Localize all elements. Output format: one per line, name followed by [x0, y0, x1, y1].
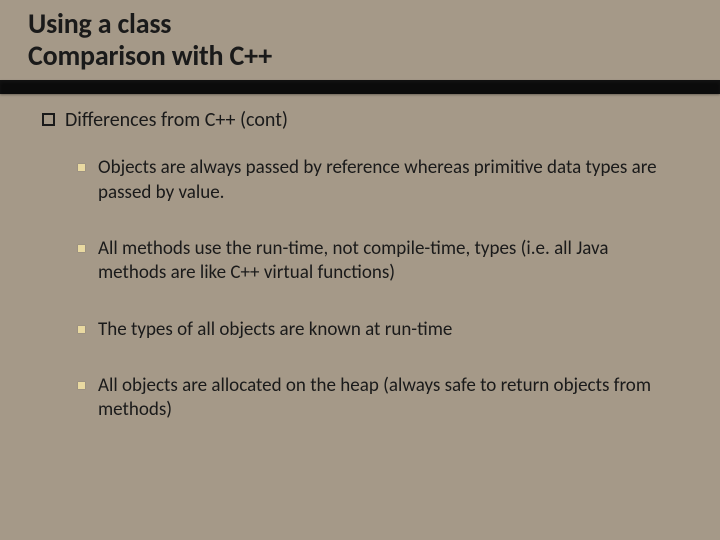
bullet-text: All objects are allocated on the heap (a…: [98, 374, 651, 421]
list-item: All objects are allocated on the heap (a…: [78, 374, 678, 423]
title-divider: [0, 80, 720, 94]
bullet-text: All methods use the run-time, not compil…: [98, 237, 608, 284]
slide-title-block: Using a class Comparison with C++: [0, 0, 720, 78]
subheading-row: Differences from C++ (cont): [42, 108, 678, 132]
subheading-text: Differences from C++ (cont): [65, 108, 288, 132]
square-bullet-icon: [42, 113, 55, 126]
list-item: The types of all objects are known at ru…: [78, 318, 678, 342]
bullet-text: Objects are always passed by reference w…: [98, 156, 657, 203]
slide-title-line1: Using a class: [28, 8, 692, 40]
list-item: All methods use the run-time, not compil…: [78, 237, 678, 286]
slide-title-line2: Comparison with C++: [28, 40, 692, 72]
slide-body: Differences from C++ (cont) Objects are …: [0, 94, 720, 422]
slide: Using a class Comparison with C++ Differ…: [0, 0, 720, 540]
list-item: Objects are always passed by reference w…: [78, 156, 678, 205]
bullet-list: Objects are always passed by reference w…: [42, 156, 678, 422]
bullet-text: The types of all objects are known at ru…: [98, 318, 452, 341]
